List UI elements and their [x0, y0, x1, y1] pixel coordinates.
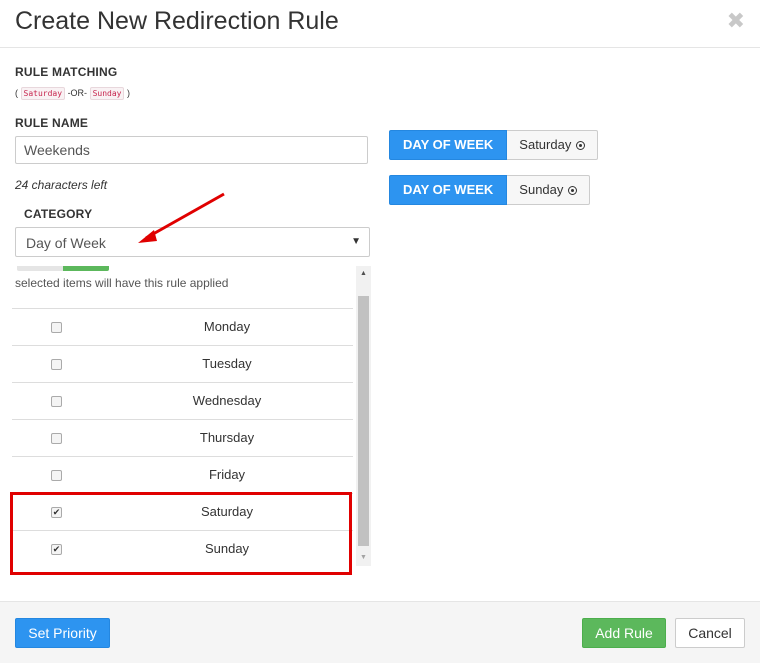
- scroll-down-arrow-icon[interactable]: ▼: [356, 552, 371, 564]
- characters-left-hint: 24 characters left: [15, 178, 108, 192]
- list-item[interactable]: Tuesday: [12, 345, 353, 382]
- list-item[interactable]: Friday: [12, 456, 353, 493]
- list-scrollbar[interactable]: ▲ ▼: [356, 266, 371, 566]
- scroll-thumb[interactable]: [358, 296, 369, 546]
- match-term-sunday: Sunday: [89, 87, 125, 100]
- rule-name-input[interactable]: [15, 136, 368, 164]
- rule-tag: DAY OF WEEK Saturday: [389, 130, 599, 160]
- remove-circle-icon[interactable]: [568, 185, 578, 195]
- category-label: CATEGORY: [24, 207, 93, 221]
- tag-key: DAY OF WEEK: [389, 175, 508, 205]
- day-label: Wednesday: [192, 393, 262, 408]
- friday-checkbox[interactable]: [51, 470, 62, 481]
- day-label: Friday: [208, 467, 246, 482]
- day-label: Monday: [203, 319, 251, 334]
- annotation-arrow: [138, 192, 225, 243]
- rule-tag: DAY OF WEEK Sunday: [389, 175, 591, 205]
- dialog-title: Create New Redirection Rule: [15, 7, 339, 35]
- tag-value: Sunday: [507, 175, 591, 205]
- dialog-footer: Set Priority Add Rule Cancel: [0, 601, 760, 663]
- tag-key: DAY OF WEEK: [389, 130, 508, 160]
- list-item[interactable]: Wednesday: [12, 382, 353, 419]
- day-label: Tuesday: [202, 356, 252, 371]
- toggle-switch-on: [63, 266, 109, 271]
- dialog-header: Create New Redirection Rule ✖: [0, 0, 760, 48]
- redirection-rule-dialog: Create New Redirection Rule ✖ RULE MATCH…: [0, 0, 760, 663]
- day-label: Thursday: [199, 430, 255, 445]
- tag-value-text: Saturday: [519, 137, 572, 152]
- tuesday-checkbox[interactable]: [51, 359, 62, 370]
- set-priority-button[interactable]: Set Priority: [15, 618, 110, 648]
- wednesday-checkbox[interactable]: [51, 396, 62, 407]
- open-paren: (: [15, 87, 18, 98]
- tag-value-text: Sunday: [519, 182, 564, 197]
- rule-matching-label: RULE MATCHING: [15, 65, 118, 79]
- close-paren: ): [127, 87, 130, 98]
- rule-name-label: RULE NAME: [15, 116, 89, 130]
- selection-hint: selected items will have this rule appli…: [15, 276, 229, 290]
- scroll-up-arrow-icon[interactable]: ▲: [356, 268, 371, 280]
- list-item[interactable]: Thursday: [12, 419, 353, 456]
- rule-matching-expression: ( Saturday -OR- Sunday ): [15, 87, 130, 100]
- close-icon[interactable]: ✖: [727, 10, 745, 32]
- list-item[interactable]: Monday: [12, 308, 353, 345]
- match-operator: -OR-: [67, 87, 88, 98]
- selected-days-highlight: [10, 492, 352, 575]
- category-selected-value: Day of Week: [26, 235, 106, 251]
- chevron-down-icon: ▼: [351, 236, 361, 247]
- tag-value: Saturday: [507, 130, 599, 160]
- monday-checkbox[interactable]: [51, 322, 62, 333]
- match-term-saturday: Saturday: [20, 87, 66, 100]
- remove-circle-icon[interactable]: [576, 140, 586, 150]
- thursday-checkbox[interactable]: [51, 433, 62, 444]
- add-rule-button[interactable]: Add Rule: [582, 618, 666, 648]
- cancel-button[interactable]: Cancel: [675, 618, 745, 648]
